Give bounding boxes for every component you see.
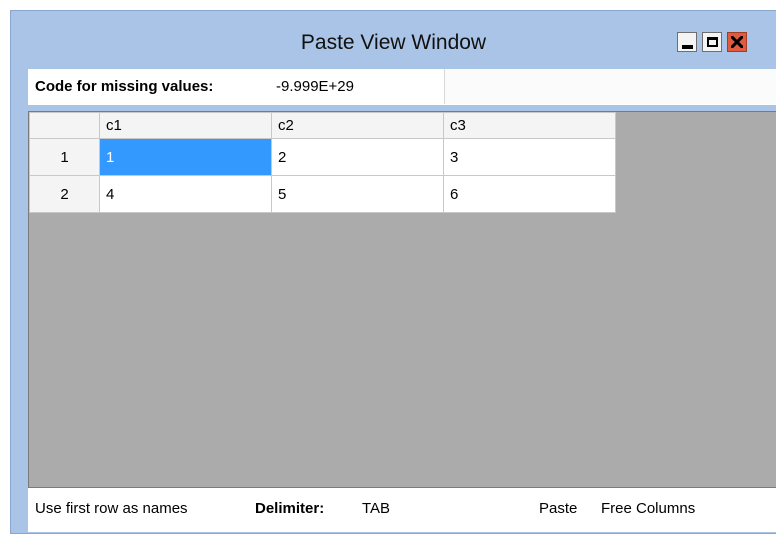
close-button[interactable] — [727, 32, 747, 52]
grid-cell[interactable]: 1 — [99, 138, 272, 176]
paste-view-window: Paste View Window Code for missing value… — [10, 10, 776, 534]
table-row: 2 4 5 6 — [29, 175, 616, 213]
window-title: Paste View Window — [300, 31, 487, 54]
missing-values-spacer — [444, 69, 776, 104]
maximize-button[interactable] — [702, 32, 722, 52]
column-header-c3[interactable]: c3 — [443, 112, 616, 139]
grid-cell[interactable]: 3 — [443, 138, 616, 176]
row-header[interactable]: 2 — [29, 175, 100, 213]
grid-cell[interactable]: 6 — [443, 175, 616, 213]
grid-corner[interactable] — [29, 112, 100, 139]
minimize-button[interactable] — [677, 32, 697, 52]
grid-cell[interactable]: 2 — [271, 138, 444, 176]
column-header-row: c1 c2 c3 — [29, 112, 616, 139]
missing-values-row: Code for missing values: — [28, 69, 776, 105]
missing-values-label: Code for missing values: — [35, 78, 214, 95]
table-row: 1 1 2 3 — [29, 138, 616, 176]
title-bar[interactable]: Paste View Window — [11, 11, 776, 68]
grid-cell[interactable]: 4 — [99, 175, 272, 213]
maximize-icon — [707, 37, 718, 47]
grid-cell[interactable]: 5 — [271, 175, 444, 213]
row-header[interactable]: 1 — [29, 138, 100, 176]
column-header-c2[interactable]: c2 — [271, 112, 444, 139]
minimize-icon — [682, 45, 693, 49]
data-grid[interactable]: c1 c2 c3 1 1 2 3 2 4 5 6 — [28, 111, 776, 488]
delimiter-select[interactable]: TAB — [362, 500, 390, 517]
options-bar: Use first row as names Delimiter: TAB Pa… — [28, 488, 776, 532]
column-header-c1[interactable]: c1 — [99, 112, 272, 139]
paste-button[interactable]: Paste — [539, 500, 577, 517]
free-columns-button[interactable]: Free Columns — [601, 500, 695, 517]
grid-table: c1 c2 c3 1 1 2 3 2 4 5 6 — [29, 112, 616, 213]
close-icon — [731, 36, 743, 48]
missing-values-input[interactable] — [268, 69, 444, 104]
first-row-as-names-option[interactable]: Use first row as names — [35, 500, 188, 517]
delimiter-label: Delimiter: — [255, 500, 325, 517]
